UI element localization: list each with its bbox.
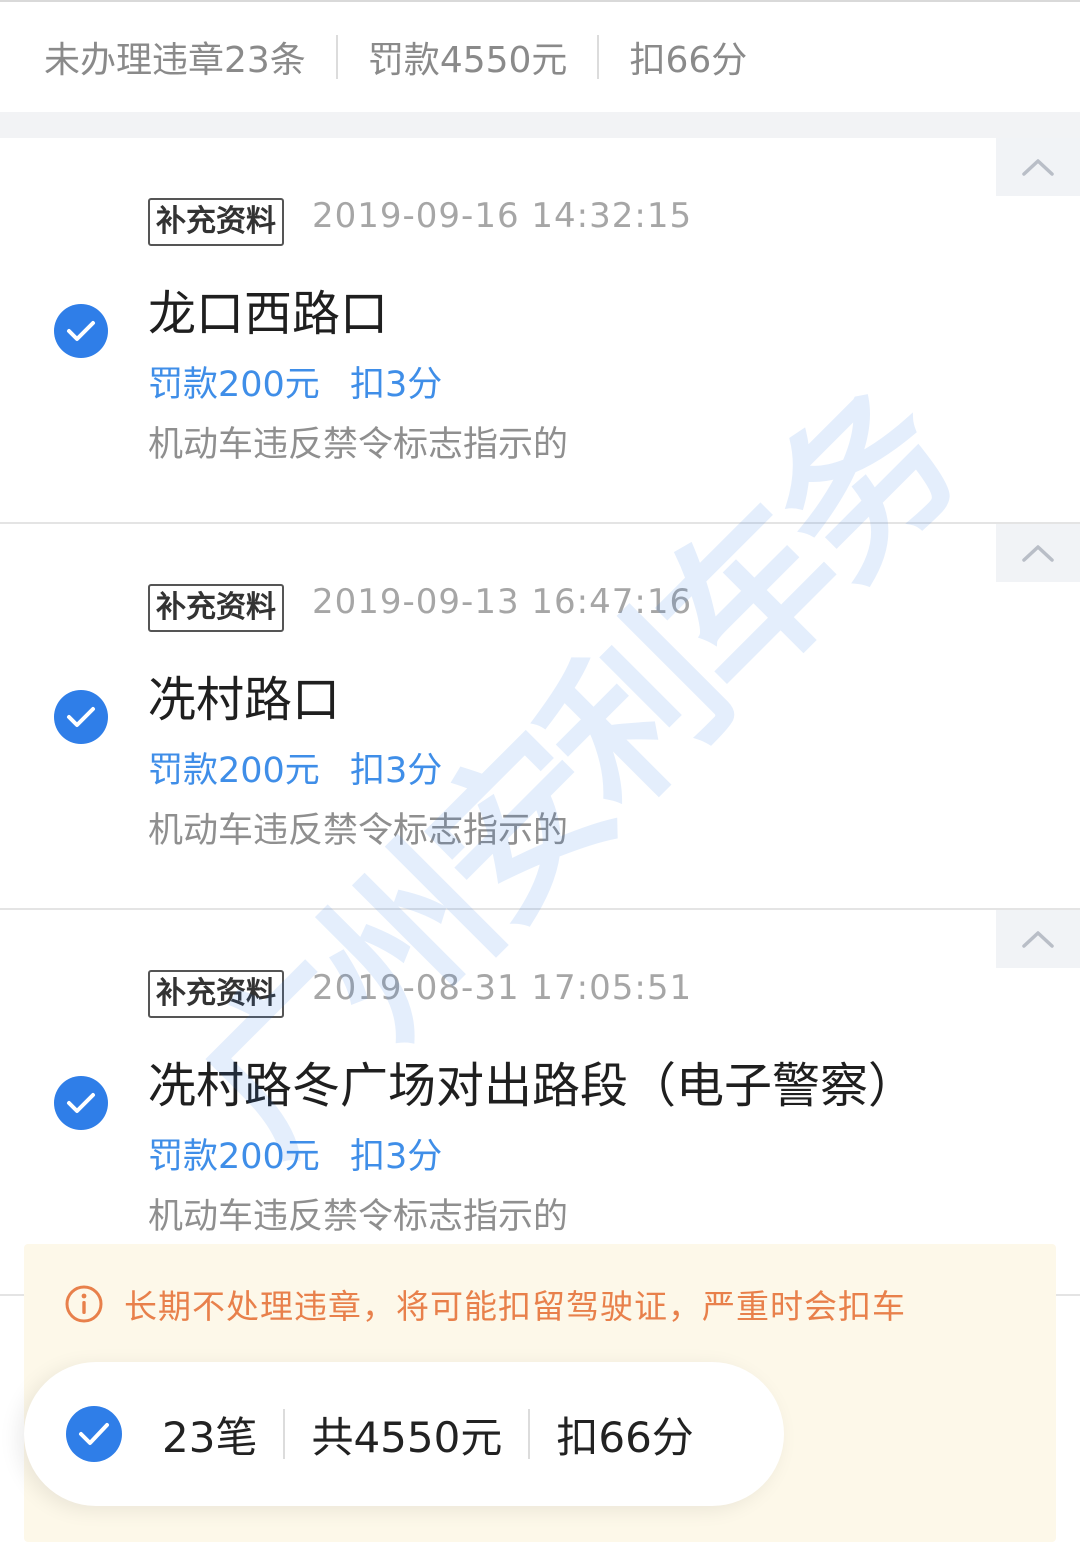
fine-total: 罚款4550元 xyxy=(367,40,568,81)
violation-location: 冼村路口 xyxy=(148,672,341,728)
check-icon xyxy=(67,1093,95,1113)
points-total: 扣66分 xyxy=(629,40,748,81)
supplement-badge[interactable]: 补充资料 xyxy=(148,198,284,246)
violation-time: 2019-09-13 16:47:16 xyxy=(312,582,693,622)
collapse-button[interactable] xyxy=(996,524,1080,582)
violation-points: 扣3分 xyxy=(350,751,443,791)
collapse-button[interactable] xyxy=(996,910,1080,968)
violation-fine: 罚款200元 xyxy=(148,751,320,791)
violation-fine: 罚款200元 xyxy=(148,1137,320,1177)
violation-description: 机动车违反禁令标志指示的 xyxy=(148,425,569,465)
violation-card[interactable]: 补充资料 2019-09-13 16:47:16 冼村路口 罚款200元 扣3分… xyxy=(0,524,1080,910)
select-checkbox[interactable] xyxy=(54,1076,108,1130)
violation-points: 扣3分 xyxy=(350,365,443,405)
violation-fine: 罚款200元 xyxy=(148,365,320,405)
chevron-up-icon xyxy=(1022,159,1054,176)
check-icon xyxy=(67,707,95,727)
violation-description: 机动车违反禁令标志指示的 xyxy=(148,1197,569,1237)
selected-count: 23笔 xyxy=(162,1412,258,1462)
selected-points: 扣66分 xyxy=(556,1412,694,1462)
check-icon xyxy=(79,1423,109,1445)
violation-card[interactable]: 补充资料 2019-09-16 14:32:15 龙口西路口 罚款200元 扣3… xyxy=(0,138,1080,524)
divider xyxy=(335,35,338,79)
supplement-badge[interactable]: 补充资料 xyxy=(148,970,284,1018)
violation-points: 扣3分 xyxy=(350,1137,443,1177)
unprocessed-count: 未办理违章23条 xyxy=(44,40,306,81)
section-gap xyxy=(0,112,1080,140)
divider xyxy=(597,35,600,79)
supplement-badge[interactable]: 补充资料 xyxy=(148,584,284,632)
select-all-checkbox[interactable] xyxy=(66,1406,122,1462)
selected-total: 共4550元 xyxy=(311,1412,503,1462)
info-icon xyxy=(65,1285,103,1323)
summary-bar: 未办理违章23条 罚款4550元 扣66分 xyxy=(0,0,1080,112)
chevron-up-icon xyxy=(1022,545,1054,562)
violation-time: 2019-08-31 17:05:51 xyxy=(312,968,693,1008)
collapse-button[interactable] xyxy=(996,138,1080,196)
select-checkbox[interactable] xyxy=(54,690,108,744)
violation-card[interactable]: 补充资料 2019-08-31 17:05:51 冼村路冬广场对出路段（电子警察… xyxy=(0,910,1080,1296)
divider xyxy=(528,1409,531,1459)
warning-text: 长期不处理违章，将可能扣留驾驶证，严重时会扣车 xyxy=(124,1287,906,1326)
chevron-up-icon xyxy=(1022,931,1054,948)
violation-location: 龙口西路口 xyxy=(148,286,389,342)
selection-summary-bar: 23笔 共4550元 扣66分 xyxy=(24,1362,784,1506)
violation-time: 2019-09-16 14:32:15 xyxy=(312,196,693,236)
select-checkbox[interactable] xyxy=(54,304,108,358)
violation-description: 机动车违反禁令标志指示的 xyxy=(148,811,569,851)
check-icon xyxy=(67,321,95,341)
violation-location: 冼村路冬广场对出路段（电子警察） xyxy=(148,1058,917,1114)
divider xyxy=(283,1409,286,1459)
